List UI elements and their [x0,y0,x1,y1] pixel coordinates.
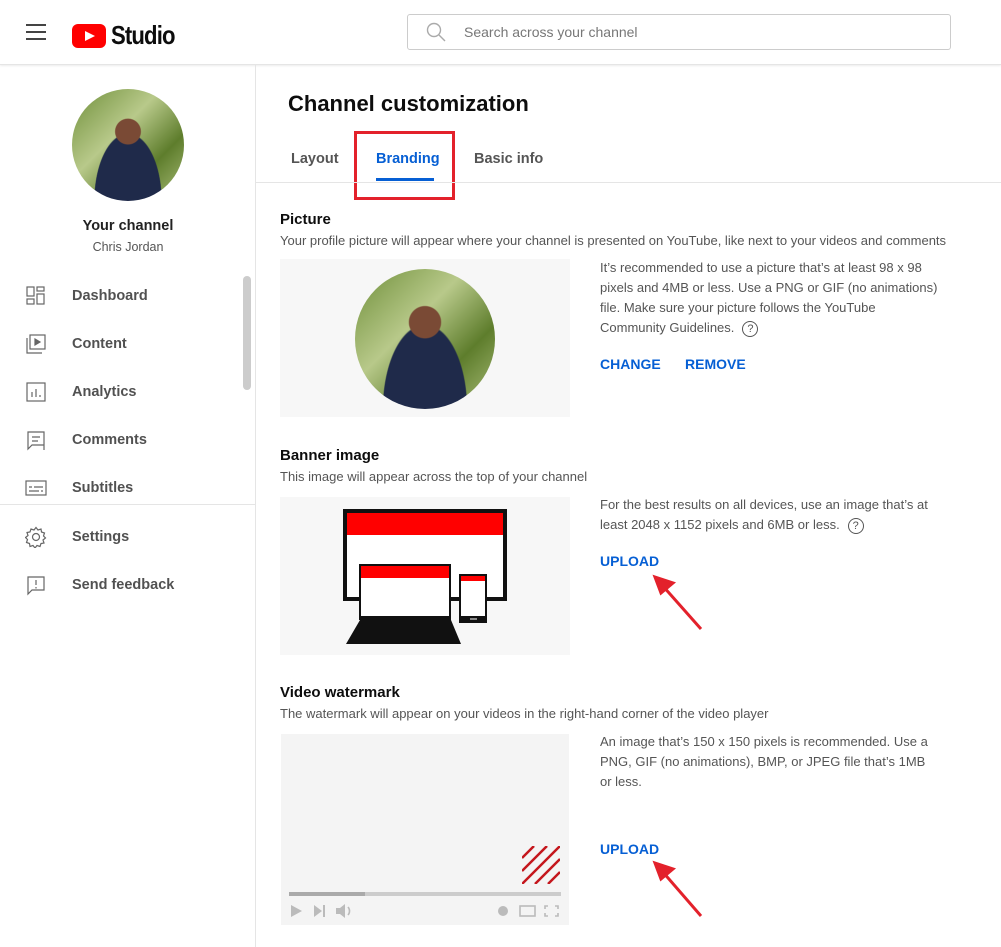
sidebar-item-label: Comments [72,432,147,448]
sidebar-item-settings[interactable]: Settings [0,513,240,561]
sidebar-item-label: Send feedback [72,577,175,593]
help-icon[interactable]: ? [742,321,759,337]
your-channel-label[interactable]: Your channel [0,218,256,234]
app-name: Studio [111,20,175,50]
channel-avatar[interactable] [72,89,184,201]
youtube-studio-logo[interactable]: Studio [72,20,186,51]
picture-info: It’s recommended to use a picture that’s… [600,260,938,337]
picture-preview [280,259,570,417]
tabs-divider [256,182,1001,183]
analytics-icon [26,382,46,402]
sidebar-item-send-feedback[interactable]: Send feedback [0,561,240,609]
page-title: Channel customization [288,91,529,116]
sidebar-item-analytics[interactable]: Analytics [0,368,240,416]
sidebar-item-label: Content [72,336,127,352]
search-bar[interactable] [407,14,951,50]
feedback-icon [27,576,45,596]
banner-heading: Banner image [280,447,380,464]
tab-layout[interactable]: Layout [291,151,339,167]
subtitles-icon [25,480,47,496]
profile-picture [355,269,495,409]
banner-description: This image will appear across the top of… [280,469,588,484]
player-progress-fill [289,892,366,896]
menu-icon[interactable] [26,24,46,40]
content-icon [26,334,46,354]
picture-heading: Picture [280,211,331,228]
comments-icon [27,431,45,451]
watermark-placeholder [522,846,560,884]
youtube-logo [72,23,106,48]
sidebar-item-label: Dashboard [72,288,148,304]
banner-preview [280,497,570,655]
sidebar-item-content[interactable]: Content [0,320,240,368]
remove-picture-button[interactable]: REMOVE [685,356,746,372]
player-controls [291,904,559,918]
search-input[interactable] [464,24,914,40]
sidebar: Your channel Chris Jordan Dashboard Cont… [0,65,256,947]
arrow-icon [652,574,703,630]
sidebar-item-label: Settings [72,529,130,545]
player-progress-bar[interactable] [289,892,561,896]
tab-basic-info[interactable]: Basic info [474,151,543,167]
arrow-icon [652,860,703,917]
main-content: Channel customization Layout Branding Ba… [256,65,1001,947]
top-bar: Studio [0,0,1001,65]
sidebar-scrollbar[interactable] [243,276,251,390]
sidebar-item-label: Analytics [72,384,137,400]
sidebar-item-label: Subtitles [72,480,134,496]
change-picture-button[interactable]: CHANGE [600,356,661,372]
help-icon[interactable]: ? [847,518,864,534]
highlight-box [354,131,455,200]
banner-info: For the best results on all devices, use… [600,497,928,534]
sidebar-divider [0,504,256,505]
watermark-heading: Video watermark [280,684,400,701]
channel-name: Chris Jordan [92,240,164,254]
devices-illustration [343,509,507,644]
picture-description: Your profile picture will appear where y… [280,233,947,248]
watermark-preview-player [281,734,569,925]
dashboard-icon [26,286,45,305]
annotation-arrows [652,574,703,917]
sidebar-item-comments[interactable]: Comments [0,416,240,464]
sidebar-item-dashboard[interactable]: Dashboard [0,272,240,320]
search-icon [426,22,446,42]
gear-icon [25,526,47,548]
